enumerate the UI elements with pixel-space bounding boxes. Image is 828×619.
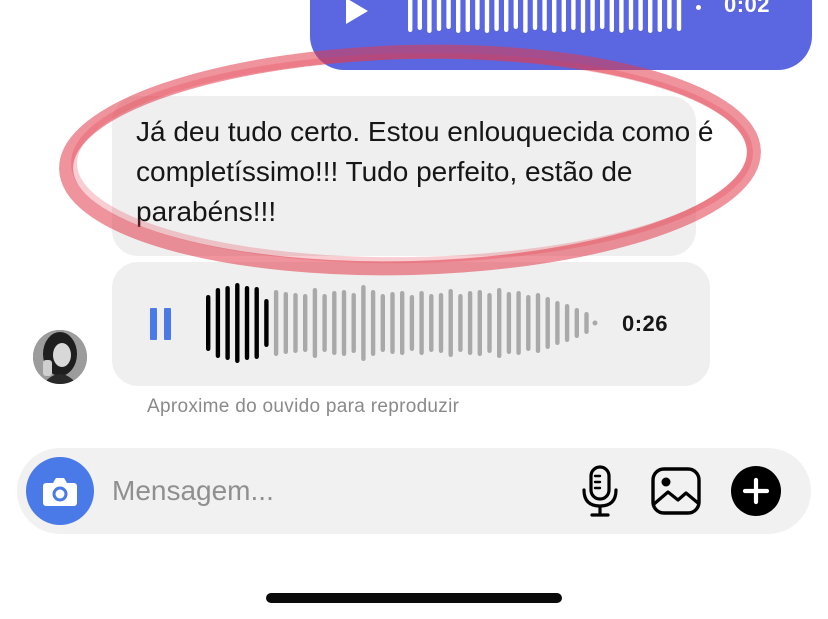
waveform-bar — [638, 0, 643, 31]
message-input[interactable] — [112, 466, 552, 516]
waveform-bar — [436, 0, 442, 31]
waveform-bar — [293, 293, 298, 353]
waveform-bar — [523, 0, 528, 33]
waveform-bar — [484, 0, 490, 33]
waveform-bar — [303, 294, 308, 352]
waveform-end-dot — [696, 5, 701, 10]
waveform-bar — [600, 0, 605, 29]
outgoing-audio-duration: 0:02 — [724, 0, 771, 17]
add-button[interactable] — [731, 466, 781, 516]
waveform-bar — [448, 289, 453, 357]
waveform-bar — [409, 295, 415, 351]
play-icon[interactable] — [346, 0, 368, 24]
waveform-bar — [273, 290, 279, 356]
waveform-bar — [676, 0, 682, 31]
waveform-bar — [351, 293, 356, 353]
microphone-icon — [582, 465, 618, 517]
waveform-bar — [312, 288, 318, 358]
waveform-bar — [446, 0, 451, 29]
waveform-bar — [361, 285, 366, 361]
waveform-bar — [244, 286, 250, 360]
avatar[interactable] — [33, 330, 87, 384]
waveform-bar — [513, 0, 518, 29]
camera-button[interactable] — [26, 457, 94, 525]
waveform-bar — [619, 0, 624, 33]
waveform-bar — [545, 297, 550, 349]
waveform-bar — [400, 291, 405, 355]
waveform-bar — [225, 286, 230, 360]
waveform-bar — [458, 294, 463, 352]
waveform-bar — [427, 0, 432, 33]
gallery-button[interactable] — [650, 466, 702, 516]
waveform-bar — [506, 292, 512, 354]
waveform-bar — [254, 287, 259, 359]
waveform-bar — [584, 312, 589, 334]
microphone-button[interactable] — [578, 464, 622, 518]
waveform-bar — [497, 288, 502, 358]
plus-icon — [742, 477, 770, 505]
waveform-bar — [215, 288, 221, 358]
waveform-bar — [526, 295, 531, 351]
waveform-bar — [370, 290, 376, 356]
waveform-bar — [535, 293, 541, 353]
waveform-bar — [465, 0, 470, 32]
waveform-bar — [667, 0, 672, 29]
waveform-bar — [341, 290, 347, 356]
waveform-bar — [417, 0, 422, 30]
waveform-bar — [487, 293, 492, 353]
waveform-bar — [494, 0, 499, 31]
waveform-bar — [438, 293, 444, 353]
waveform-bar — [564, 304, 570, 342]
gallery-icon — [651, 467, 701, 515]
outgoing-waveform — [408, 0, 682, 33]
waveform-bar — [408, 0, 413, 32]
waveform-bar — [477, 290, 482, 356]
waveform-bar — [332, 291, 337, 355]
listen-hint: Aproxime do ouvido para reproduzir — [147, 396, 460, 417]
waveform-bar — [555, 301, 560, 345]
home-indicator — [266, 593, 562, 603]
incoming-message-text: Já deu tudo certo. Estou enlouquecida co… — [136, 116, 714, 227]
waveform-bar — [456, 0, 461, 33]
camera-icon — [43, 478, 77, 506]
waveform-bar — [475, 0, 480, 30]
waveform-bar — [206, 295, 211, 351]
waveform-bar — [532, 0, 538, 30]
waveform-bar — [648, 0, 653, 33]
waveform-end-dot — [592, 320, 598, 326]
waveform-bar — [657, 0, 662, 32]
incoming-waveform[interactable] — [206, 282, 606, 366]
waveform-bar — [580, 0, 586, 33]
incoming-audio-duration: 0:26 — [622, 311, 669, 336]
waveform-bar — [609, 0, 614, 32]
waveform-bar — [628, 0, 634, 30]
waveform-bar — [283, 292, 288, 354]
waveform-bar — [429, 294, 434, 352]
waveform-bar — [419, 291, 424, 355]
waveform-bar — [380, 294, 385, 352]
waveform-bar — [571, 0, 576, 30]
waveform-bar — [264, 299, 269, 347]
waveform-bar — [504, 0, 509, 32]
waveform-bar — [561, 0, 566, 32]
pause-icon[interactable] — [150, 308, 172, 340]
waveform-bar — [590, 0, 595, 31]
waveform-bar — [235, 283, 240, 363]
waveform-bar — [467, 291, 473, 355]
waveform-bar — [390, 292, 395, 354]
waveform-bar — [552, 0, 557, 33]
waveform-bar — [542, 0, 547, 31]
avatar-photo — [33, 330, 87, 384]
waveform-bar — [322, 294, 327, 352]
waveform-bar — [574, 308, 579, 338]
waveform-bar — [516, 291, 521, 355]
